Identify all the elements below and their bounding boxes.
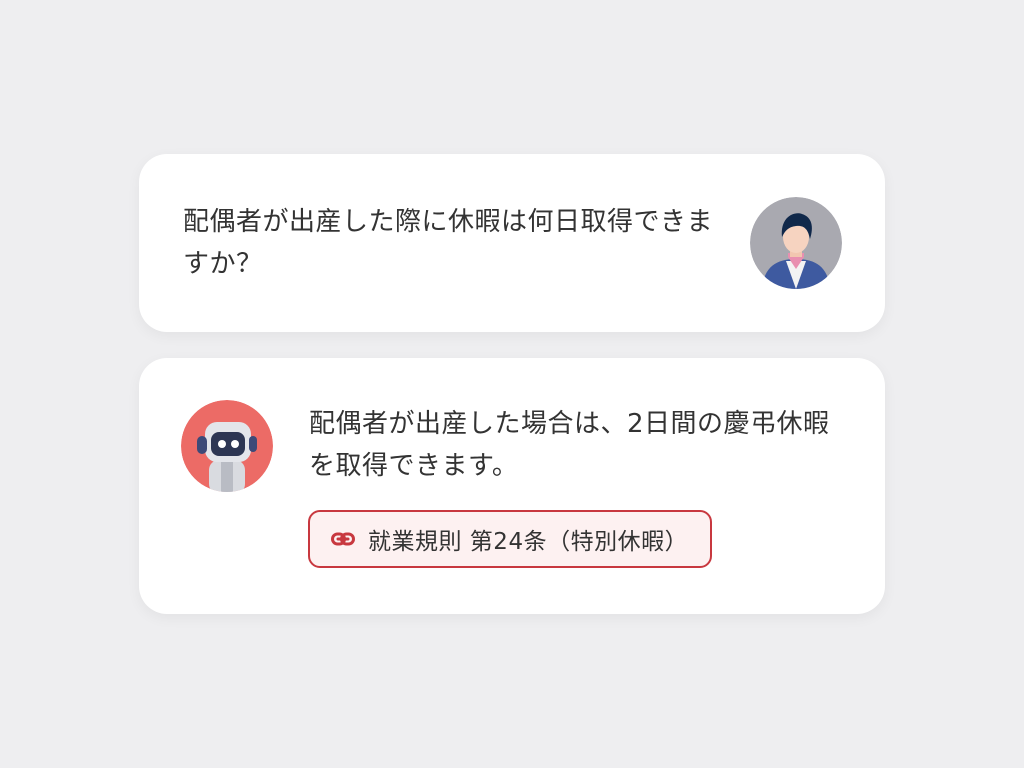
- user-message-text: 配偶者が出産した際に休暇は何日取得できますか？: [183, 207, 714, 279]
- link-icon: [330, 526, 356, 552]
- user-message-card: 配偶者が出産した際に休暇は何日取得できますか？: [139, 154, 885, 332]
- bot-message-card: 配偶者が出産した場合は、2日間の慶弔休暇を取得できます。 就業規則 第24条（特…: [139, 358, 885, 614]
- source-link-label: 就業規則 第24条（特別休暇）: [368, 529, 689, 555]
- robot-avatar-icon: [181, 400, 273, 492]
- source-link-chip[interactable]: 就業規則 第24条（特別休暇）: [308, 510, 713, 568]
- person-avatar-icon: [750, 197, 842, 289]
- bot-message-text: 配偶者が出産した場合は、2日間の慶弔休暇を取得できます。: [309, 409, 830, 481]
